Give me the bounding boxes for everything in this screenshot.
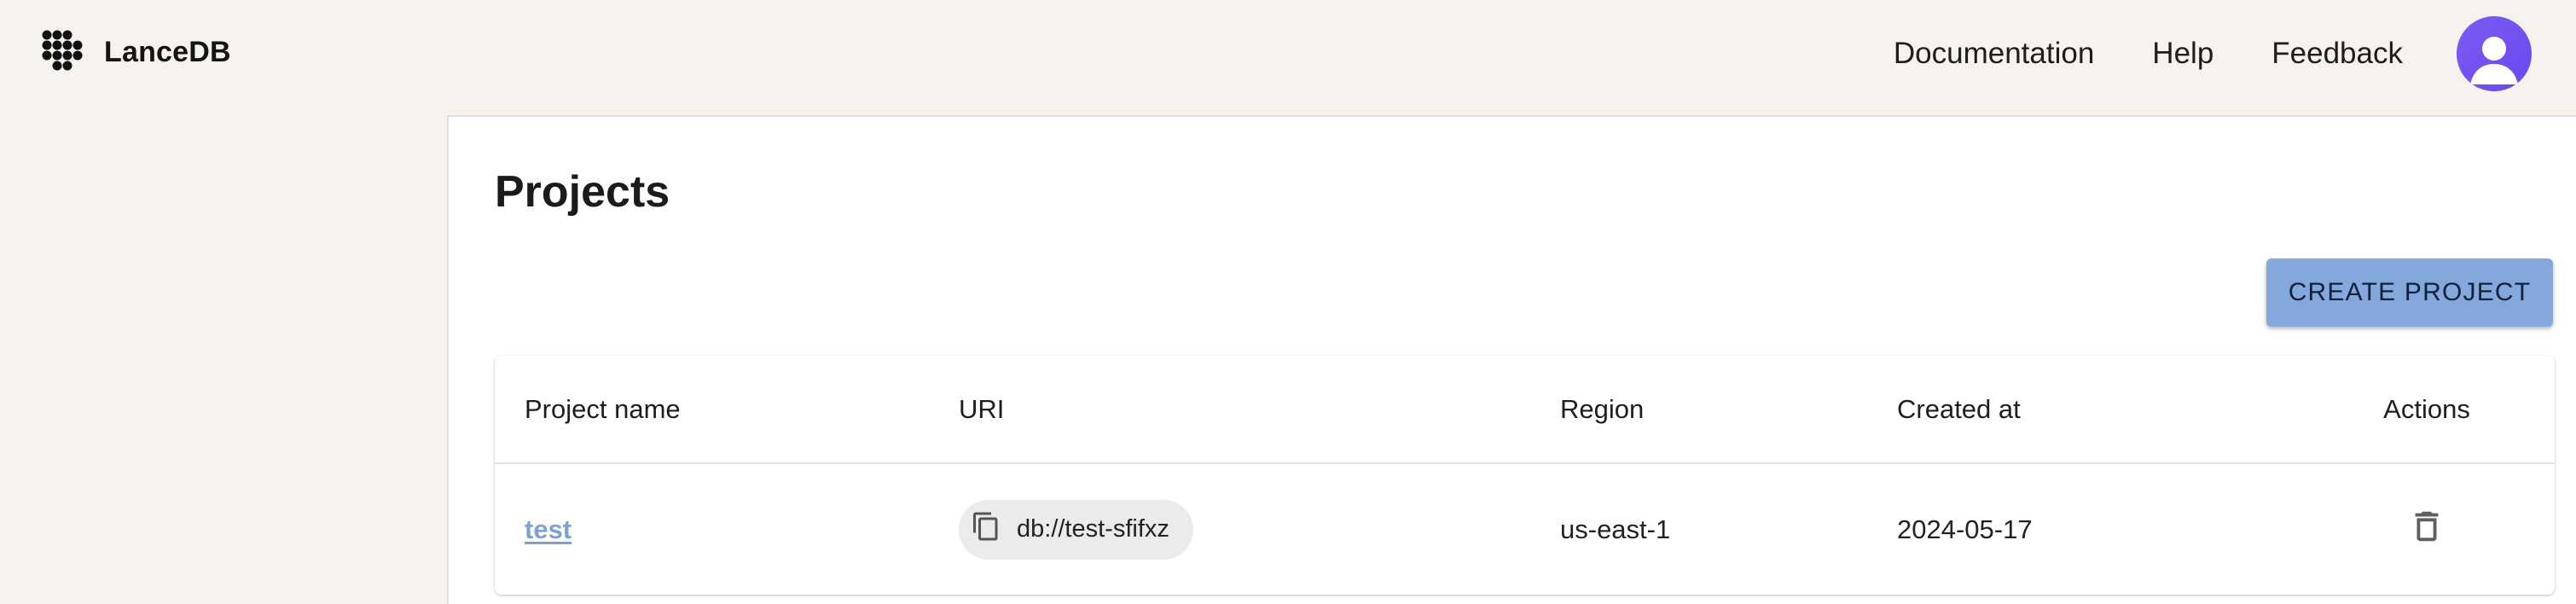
brand[interactable]: LanceDB bbox=[41, 29, 231, 75]
lancedb-logo-icon bbox=[41, 29, 87, 75]
uri-text: db://test-sfifxz bbox=[1017, 515, 1169, 543]
table-row: test db://test-sfifxz us-east-1 2024-05-… bbox=[495, 464, 2555, 595]
project-name-cell: test bbox=[525, 464, 571, 595]
region-cell: us-east-1 bbox=[1560, 514, 1671, 544]
delete-project-button[interactable] bbox=[2401, 504, 2452, 555]
column-header-created-at: Created at bbox=[1897, 393, 2021, 424]
column-header-actions: Actions bbox=[2383, 393, 2470, 424]
main-content: Projects CREATE PROJECT Project name URI… bbox=[447, 115, 2576, 604]
created-at-cell: 2024-05-17 bbox=[1897, 514, 2033, 544]
nav-feedback[interactable]: Feedback bbox=[2271, 37, 2403, 71]
column-header-region: Region bbox=[1560, 393, 1645, 424]
column-header-uri: URI bbox=[959, 393, 1005, 424]
page-title: Projects bbox=[495, 167, 670, 217]
copy-icon bbox=[971, 511, 1017, 549]
nav-documentation[interactable]: Documentation bbox=[1894, 37, 2094, 71]
table-header-row: Project name URI Region Created at Actio… bbox=[495, 356, 2555, 464]
uri-cell: db://test-sfifxz bbox=[959, 464, 1193, 595]
actions-cell bbox=[2358, 464, 2495, 595]
top-nav: Documentation Help Feedback bbox=[1894, 15, 2532, 92]
nav-help[interactable]: Help bbox=[2152, 37, 2213, 71]
project-link[interactable]: test bbox=[525, 514, 571, 545]
trash-icon bbox=[2407, 507, 2446, 553]
column-header-project-name: Project name bbox=[525, 393, 681, 424]
projects-table: Project name URI Region Created at Actio… bbox=[495, 356, 2555, 595]
brand-name: LanceDB bbox=[104, 35, 231, 68]
top-app-bar: LanceDB Documentation Help Feedback bbox=[0, 0, 2576, 115]
create-project-button[interactable]: CREATE PROJECT bbox=[2266, 258, 2553, 327]
user-avatar-icon[interactable] bbox=[2457, 16, 2532, 91]
uri-copy-chip[interactable]: db://test-sfifxz bbox=[959, 499, 1193, 560]
